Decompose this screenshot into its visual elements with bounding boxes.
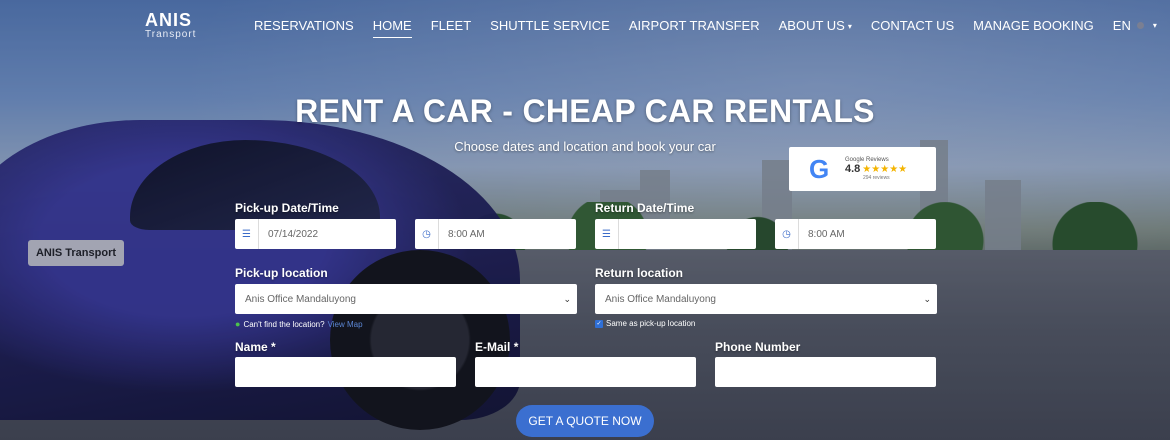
clock-icon: ◷ xyxy=(775,219,799,249)
language-label: EN xyxy=(1112,18,1131,33)
map-pin-icon: ● xyxy=(235,319,241,329)
email-label: E-Mail * xyxy=(475,340,518,354)
logo-sub: Transport xyxy=(145,29,197,40)
return-time-value: 8:00 AM xyxy=(808,228,845,240)
nav-item-about-us-label: ABOUT US xyxy=(778,18,845,33)
page-subtitle: Choose dates and location and book your … xyxy=(454,139,716,154)
nav-item-about-us[interactable]: ABOUT US ▾ xyxy=(779,18,852,33)
reviews-count: 294 reviews xyxy=(863,175,890,181)
calendar-icon: ☰ xyxy=(235,219,259,249)
return-time-field[interactable]: ◷ 8:00 AM xyxy=(775,219,936,249)
nav-item-reservations[interactable]: RESERVATIONS xyxy=(254,18,354,33)
language-selector[interactable]: EN ▾ xyxy=(1113,18,1157,33)
top-navigation: ANIS Transport RESERVATIONS HOME FLEET S… xyxy=(0,0,1170,54)
pickup-datetime-label: Pick-up Date/Time xyxy=(235,201,339,215)
name-input[interactable] xyxy=(235,357,456,387)
nav-item-shuttle-service[interactable]: SHUTTLE SERVICE xyxy=(490,18,610,33)
cant-find-text: Can't find the location? xyxy=(243,319,325,329)
get-quote-button[interactable]: GET A QUOTE NOW xyxy=(516,405,654,437)
logo-name: ANIS xyxy=(145,10,193,30)
same-as-pickup-checkbox[interactable]: ✓ xyxy=(595,319,603,328)
return-date-field[interactable]: ☰ xyxy=(595,219,756,249)
pickup-date-field[interactable]: ☰ 07/14/2022 xyxy=(235,219,396,249)
pickup-location-value: Anis Office Mandaluyong xyxy=(245,293,356,305)
phone-input[interactable] xyxy=(715,357,936,387)
return-datetime-label: Return Date/Time xyxy=(595,201,695,215)
nav-item-contact-us[interactable]: CONTACT US xyxy=(871,18,954,33)
required-mark: * xyxy=(271,340,276,354)
google-reviews-badge[interactable]: G Google Reviews 4.8 ★★★★★ 294 reviews xyxy=(789,147,936,191)
required-mark: * xyxy=(513,340,519,354)
email-label-text: E-Mail xyxy=(475,340,511,354)
pickup-location-label: Pick-up location xyxy=(235,266,328,280)
nav-item-manage-booking[interactable]: MANAGE BOOKING xyxy=(973,18,1094,33)
pickup-location-select[interactable]: Anis Office Mandaluyong ⌄ xyxy=(235,284,577,314)
same-as-pickup-label: Same as pick-up location xyxy=(606,319,696,328)
phone-label: Phone Number xyxy=(715,340,801,354)
chevron-down-icon: ⌄ xyxy=(563,293,571,304)
reviews-row: 4.8 ★★★★★ xyxy=(845,163,907,175)
return-location-select[interactable]: Anis Office Mandaluyong ⌄ xyxy=(595,284,937,314)
pickup-time-field[interactable]: ◷ 8:00 AM xyxy=(415,219,576,249)
page-title: RENT A CAR - CHEAP CAR RENTALS xyxy=(295,93,875,129)
nav-item-fleet[interactable]: FLEET xyxy=(431,18,471,33)
reviews-text: Google Reviews 4.8 ★★★★★ 294 reviews xyxy=(845,157,907,181)
return-location-label: Return location xyxy=(595,266,684,280)
logo[interactable]: ANIS Transport xyxy=(145,11,196,40)
nav-item-airport-transfer[interactable]: AIRPORT TRANSFER xyxy=(629,18,760,33)
clock-icon: ◷ xyxy=(415,219,439,249)
google-g-icon: G xyxy=(809,154,830,184)
caret-down-icon: ▾ xyxy=(847,22,852,32)
caret-down-icon: ▾ xyxy=(1152,21,1157,30)
nav-links: RESERVATIONS HOME FLEET SHUTTLE SERVICE … xyxy=(254,18,1170,38)
pickup-date-value: 07/14/2022 xyxy=(268,228,319,240)
email-input[interactable] xyxy=(475,357,696,387)
pickup-time-value: 8:00 AM xyxy=(448,228,485,240)
return-location-value: Anis Office Mandaluyong xyxy=(605,293,716,305)
flag-icon xyxy=(1136,22,1144,29)
same-as-pickup[interactable]: ✓ Same as pick-up location xyxy=(595,319,695,328)
name-label: Name * xyxy=(235,340,276,354)
nav-item-home[interactable]: HOME xyxy=(372,18,412,38)
calendar-icon: ☰ xyxy=(595,219,619,249)
name-label-text: Name xyxy=(235,340,268,354)
chevron-down-icon: ⌄ xyxy=(923,293,931,304)
cant-find-location: ● Can't find the location? View Map xyxy=(235,319,363,329)
reviews-score: 4.8 xyxy=(845,163,861,175)
view-map-link[interactable]: View Map xyxy=(328,320,363,329)
star-rating-icon: ★★★★★ xyxy=(862,163,908,175)
